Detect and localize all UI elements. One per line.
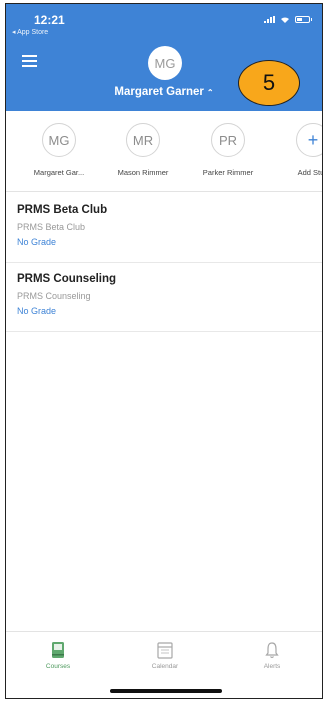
student-item-mason[interactable]: MR Mason Rimmer (108, 123, 178, 177)
home-indicator[interactable] (110, 689, 222, 693)
bell-icon (265, 642, 279, 659)
course-grade: No Grade (17, 237, 57, 247)
student-item-margaret[interactable]: MG Margaret Gar... (24, 123, 94, 177)
back-to-app-store-link[interactable]: ◂ App Store (12, 28, 48, 36)
student-avatar: MG (42, 123, 76, 157)
wifi-icon (281, 17, 289, 23)
student-switcher: MG Margaret Gar... MR Mason Rimmer PR Pa… (6, 111, 322, 192)
book-icon (52, 642, 64, 658)
course-title: PRMS Beta Club (17, 204, 108, 216)
course-title: PRMS Counseling (17, 273, 117, 285)
student-name: Parker Rimmer (202, 168, 254, 177)
bottom-tab-bar: Courses Calendar Alerts (6, 631, 322, 698)
selected-student-avatar[interactable]: MG (148, 46, 182, 80)
battery-icon (295, 16, 312, 23)
course-subtitle: PRMS Beta Club (17, 222, 86, 232)
status-time: 12:21 (34, 13, 65, 27)
student-name: Mason Rimmer (117, 168, 169, 177)
student-name: Margaret Gar... (33, 168, 85, 177)
course-grade: No Grade (17, 306, 57, 316)
plus-icon: + (296, 123, 322, 157)
app-header: 12:21 ◂ App Store MG Margaret Garner ⌃ 5 (6, 4, 322, 111)
signal-icon (264, 16, 275, 23)
tab-label: Alerts (263, 663, 281, 670)
add-student-button[interactable]: + Add Stud (278, 123, 322, 177)
chevron-up-icon: ⌃ (206, 88, 214, 97)
add-student-label: Add Stud (297, 168, 322, 177)
step-number-callout: 5 (238, 60, 300, 106)
tab-label: Calendar (151, 663, 179, 670)
tab-alerts[interactable]: Alerts (232, 640, 312, 670)
tab-courses[interactable]: Courses (18, 640, 98, 670)
hamburger-menu-icon[interactable] (22, 55, 37, 70)
phone-frame: 12:21 ◂ App Store MG Margaret Garner ⌃ 5 … (5, 3, 323, 699)
calendar-icon (157, 642, 173, 659)
status-icons (264, 16, 312, 23)
course-item-beta-club[interactable]: PRMS Beta Club PRMS Beta Club No Grade (6, 194, 322, 263)
selected-student-name: Margaret Garner (114, 86, 204, 98)
course-item-counseling[interactable]: PRMS Counseling PRMS Counseling No Grade (6, 263, 322, 332)
student-item-parker[interactable]: PR Parker Rimmer (193, 123, 263, 177)
student-avatar: MR (126, 123, 160, 157)
tab-calendar[interactable]: Calendar (125, 640, 205, 670)
tab-label: Courses (45, 663, 71, 670)
student-avatar: PR (211, 123, 245, 157)
course-subtitle: PRMS Counseling (17, 291, 91, 301)
